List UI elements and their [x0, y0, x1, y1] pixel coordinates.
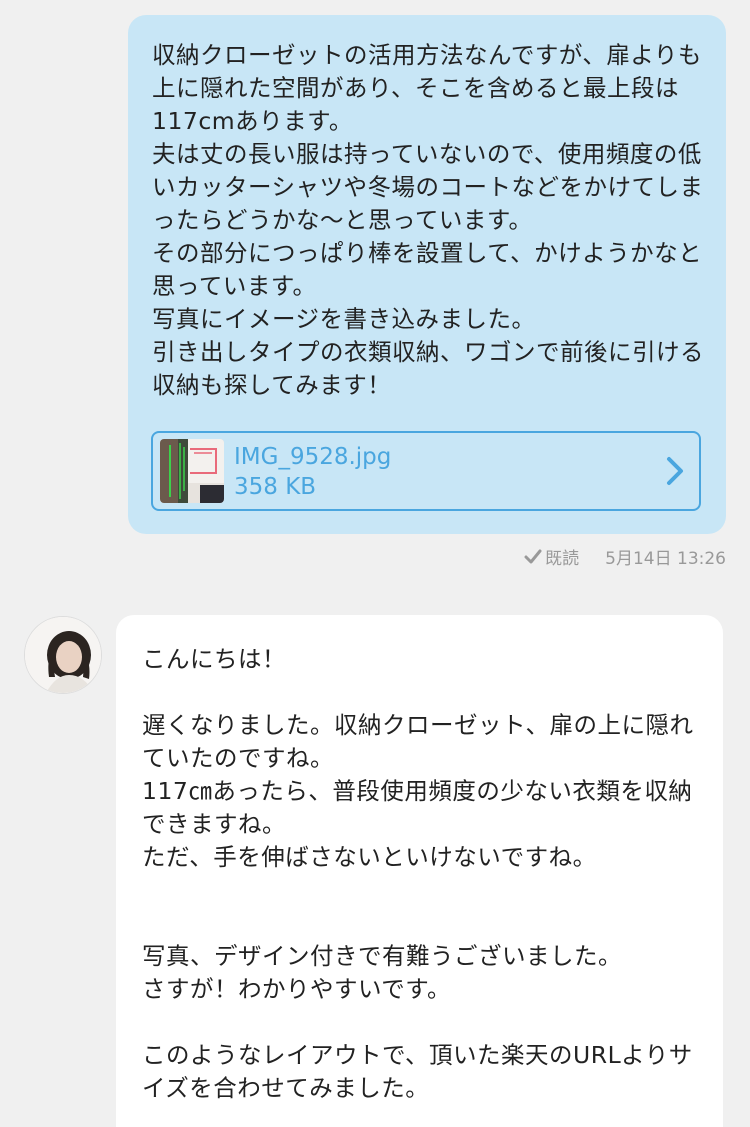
chat-thread: 収納クローゼットの活用方法なんですが、扉よりも上に隠れた空間があり、そこを含める…	[0, 0, 750, 1127]
incoming-message-text: こんにちは！ 遅くなりました。収納クローゼット、扉の上に隠れていたのですね。 1…	[142, 645, 694, 1102]
chevron-right-icon	[667, 457, 683, 485]
attachment-filesize: 358 KB	[234, 474, 317, 500]
attachment-thumbnail	[160, 439, 224, 503]
read-status: 既読	[545, 549, 580, 569]
message-timestamp: 5月14日 13:26	[605, 549, 726, 569]
message-meta: 既読 5月14日 13:26	[524, 544, 726, 569]
outgoing-message-bubble: 収納クローゼットの活用方法なんですが、扉よりも上に隠れた空間があり、そこを含める…	[128, 15, 726, 534]
attachment-filename: IMG_9528.jpg	[234, 444, 392, 470]
image-attachment[interactable]: IMG_9528.jpg 358 KB	[151, 431, 701, 511]
sender-avatar[interactable]	[24, 616, 102, 694]
incoming-message-bubble: こんにちは！ 遅くなりました。収納クローゼット、扉の上に隠れていたのですね。 1…	[116, 615, 723, 1127]
outgoing-message-text: 収納クローゼットの活用方法なんですが、扉よりも上に隠れた空間があり、そこを含める…	[152, 41, 704, 399]
check-icon	[524, 549, 542, 563]
